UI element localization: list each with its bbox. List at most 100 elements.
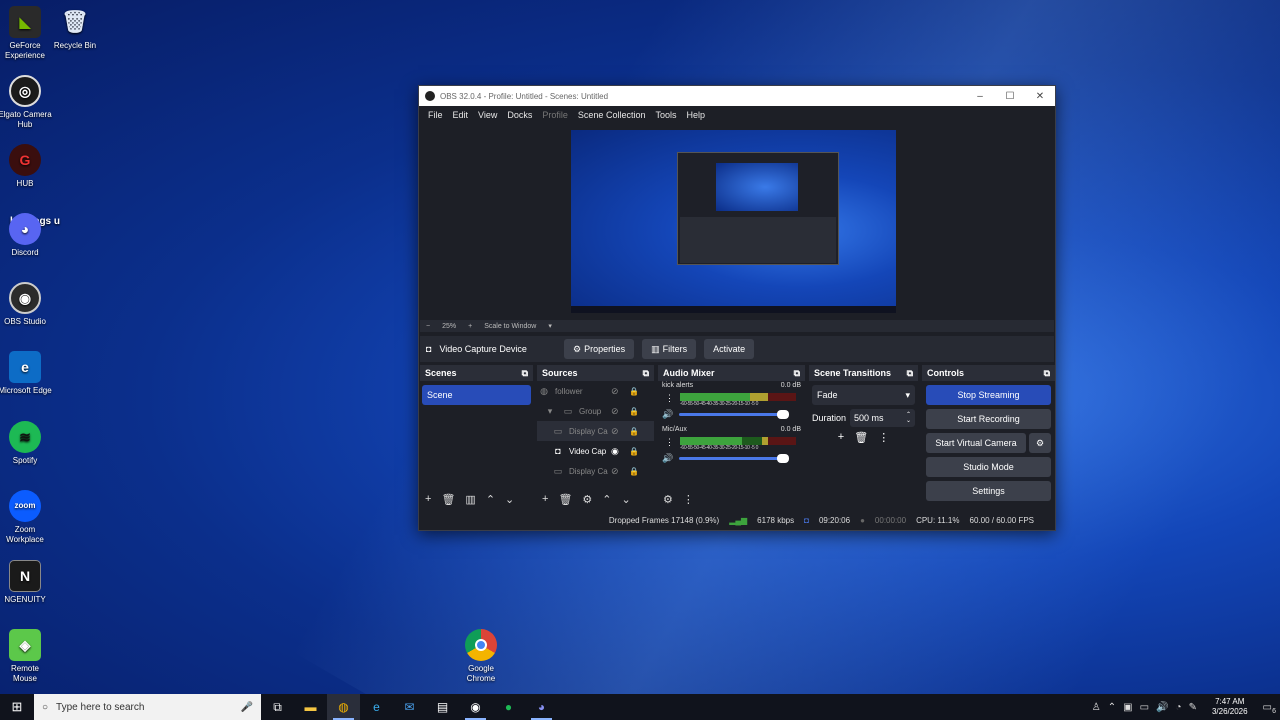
menu-docks[interactable]: Docks bbox=[502, 110, 537, 120]
desktop-icon-obs[interactable]: ◉ OBS Studio bbox=[0, 282, 52, 327]
mixer-menu-icon[interactable]: ⋮ bbox=[683, 493, 694, 506]
desktop-icon-spotify[interactable]: ≋ Spotify bbox=[0, 421, 52, 466]
task-view-button[interactable]: ⧉ bbox=[261, 694, 294, 720]
remove-transition-icon[interactable]: 🗑 bbox=[854, 431, 868, 444]
source-properties-icon[interactable]: ⚙ bbox=[582, 493, 592, 506]
studio-mode-button[interactable]: Studio Mode bbox=[926, 457, 1051, 477]
desktop-icon-discord[interactable]: ◕ Discord bbox=[0, 213, 52, 258]
source-row[interactable]: ▭ Display Ca ⊘ 🔒 bbox=[537, 461, 654, 481]
fader-knob[interactable] bbox=[777, 409, 790, 419]
taskbar-obs[interactable]: ◉ bbox=[459, 694, 492, 720]
lock-icon[interactable]: 🔒 bbox=[629, 447, 639, 456]
menu-scene-collection[interactable]: Scene Collection bbox=[573, 110, 651, 120]
taskbar-mail[interactable]: ✉ bbox=[393, 694, 426, 720]
filters-button[interactable]: ▥ Filters bbox=[642, 339, 697, 359]
lock-icon[interactable]: 🔒 bbox=[629, 467, 639, 476]
pen-icon[interactable]: ✎ bbox=[1189, 702, 1197, 713]
transition-select[interactable]: Fade ▾ bbox=[812, 385, 915, 405]
eye-icon[interactable]: ◉ bbox=[611, 446, 619, 457]
lock-icon[interactable]: 🔒 bbox=[629, 407, 639, 416]
source-row[interactable]: ▭ Display Ca ⊘ 🔒 bbox=[537, 421, 654, 441]
search-box[interactable]: ○ Type here to search 🎤 bbox=[34, 694, 261, 720]
channel-menu-icon[interactable]: ⋮ bbox=[665, 393, 674, 404]
spinner-arrows-icon[interactable]: ⌃ ⌄ bbox=[906, 412, 911, 424]
source-row[interactable]: ◍ follower ⊘ 🔒 bbox=[537, 381, 654, 401]
transition-menu-icon[interactable]: ⋮ bbox=[878, 431, 889, 444]
menu-edit[interactable]: Edit bbox=[448, 110, 474, 120]
menu-profile[interactable]: Profile bbox=[537, 110, 573, 120]
desktop-icon-geforce[interactable]: ◣ GeForce Experience bbox=[0, 6, 52, 61]
scale-to-window[interactable]: Scale to Window bbox=[484, 323, 536, 330]
undock-icon[interactable]: ⧉ bbox=[1044, 368, 1050, 379]
desktop-icon-hub[interactable]: G HUB bbox=[0, 144, 52, 189]
preview-canvas[interactable] bbox=[571, 130, 896, 313]
people-icon[interactable]: ♙ bbox=[1092, 702, 1101, 713]
fader-track[interactable] bbox=[679, 453, 790, 463]
zoom-dropdown-icon[interactable]: ▾ bbox=[548, 322, 552, 330]
zoom-in-button[interactable]: + bbox=[468, 323, 472, 330]
undock-icon[interactable]: ⧉ bbox=[643, 368, 649, 379]
hidden-eye-icon[interactable]: ⊘ bbox=[611, 466, 619, 477]
desktop-icon-elgato[interactable]: ◎ Elgato Camera Hub bbox=[0, 75, 52, 130]
hidden-eye-icon[interactable]: ⊘ bbox=[611, 426, 619, 437]
zoom-out-button[interactable]: − bbox=[426, 323, 430, 330]
taskbar-spotify[interactable]: ● bbox=[492, 694, 525, 720]
obs-titlebar[interactable]: OBS 32.0.4 - Profile: Untitled - Scenes:… bbox=[419, 86, 1055, 106]
preview-area[interactable] bbox=[420, 124, 1054, 320]
remove-source-icon[interactable]: 🗑 bbox=[558, 493, 572, 506]
properties-button[interactable]: ⚙ Properties bbox=[564, 339, 635, 359]
start-button[interactable]: ⊞ bbox=[0, 694, 34, 720]
lock-icon[interactable]: 🔒 bbox=[629, 387, 639, 396]
taskbar-file-explorer[interactable]: ▬ bbox=[294, 694, 327, 720]
lock-icon[interactable]: 🔒 bbox=[629, 427, 639, 436]
tray-app-icon[interactable]: ▣ bbox=[1123, 702, 1132, 713]
move-up-icon[interactable]: ⌃ bbox=[602, 493, 611, 506]
microphone-icon[interactable]: 🎤 bbox=[241, 702, 253, 713]
undock-icon[interactable]: ⧉ bbox=[794, 368, 800, 379]
undock-icon[interactable]: ⧉ bbox=[522, 368, 528, 379]
advanced-audio-icon[interactable]: ⚙ bbox=[663, 493, 673, 506]
add-source-icon[interactable]: + bbox=[542, 493, 548, 505]
menu-tools[interactable]: Tools bbox=[650, 110, 681, 120]
desktop-icon-zoom[interactable]: zoom Zoom Workplace bbox=[0, 490, 52, 545]
speaker-icon[interactable]: 🔊 bbox=[662, 409, 673, 420]
move-up-icon[interactable]: ⌃ bbox=[486, 493, 495, 506]
network-icon[interactable]: ▭ bbox=[1140, 702, 1149, 713]
hidden-eye-icon[interactable]: ⊘ bbox=[611, 386, 619, 397]
fader-knob[interactable] bbox=[777, 453, 790, 463]
taskbar-chrome[interactable]: ◍ bbox=[327, 694, 360, 720]
remove-scene-icon[interactable]: 🗑 bbox=[441, 493, 455, 506]
move-down-icon[interactable]: ⌄ bbox=[505, 493, 514, 506]
volume-slider[interactable]: 🔊 bbox=[662, 452, 801, 464]
add-transition-icon[interactable]: + bbox=[838, 431, 844, 444]
minimize-button[interactable]: – bbox=[965, 86, 995, 106]
source-row[interactable]: ◘ Video Cap ◉ 🔒 bbox=[537, 441, 654, 461]
speaker-icon[interactable]: 🔊 bbox=[662, 453, 673, 464]
channel-menu-icon[interactable]: ⋮ bbox=[665, 437, 674, 448]
wifi-icon[interactable]: ◔ bbox=[1176, 702, 1182, 713]
maximize-button[interactable]: ☐ bbox=[995, 86, 1025, 106]
menu-help[interactable]: Help bbox=[681, 110, 710, 120]
volume-slider[interactable]: 🔊 bbox=[662, 408, 801, 420]
close-button[interactable]: ✕ bbox=[1025, 86, 1055, 106]
source-row[interactable]: ▾ ▭ Group ⊘ 🔒 bbox=[537, 401, 654, 421]
duration-spinbox[interactable]: 500 ms ⌃ ⌄ bbox=[850, 409, 915, 427]
notification-icon[interactable]: ▭ 6 bbox=[1263, 702, 1276, 715]
fader-track[interactable] bbox=[679, 409, 790, 419]
undock-icon[interactable]: ⧉ bbox=[907, 368, 913, 379]
menu-view[interactable]: View bbox=[473, 110, 502, 120]
desktop-icon-ngenuity[interactable]: N NGENUITY bbox=[0, 560, 52, 605]
scene-filters-icon[interactable]: ▥ bbox=[465, 493, 475, 506]
expand-icon[interactable]: ▾ bbox=[543, 406, 557, 417]
virtual-camera-settings-gear-icon[interactable]: ⚙ bbox=[1029, 433, 1051, 453]
activate-button[interactable]: Activate bbox=[704, 339, 755, 359]
desktop-icon-edge[interactable]: e Microsoft Edge bbox=[0, 351, 52, 396]
start-recording-button[interactable]: Start Recording bbox=[926, 409, 1051, 429]
show-hidden-icons-chevron-up-icon[interactable]: ⌃ bbox=[1108, 702, 1116, 713]
settings-button[interactable]: Settings bbox=[926, 481, 1051, 501]
start-virtual-camera-button[interactable]: Start Virtual Camera bbox=[926, 433, 1026, 453]
move-down-icon[interactable]: ⌄ bbox=[622, 493, 631, 506]
taskbar-store[interactable]: ▤ bbox=[426, 694, 459, 720]
menu-file[interactable]: File bbox=[423, 110, 448, 120]
clock[interactable]: 7:47 AM 3/26/2026 bbox=[1212, 697, 1248, 717]
